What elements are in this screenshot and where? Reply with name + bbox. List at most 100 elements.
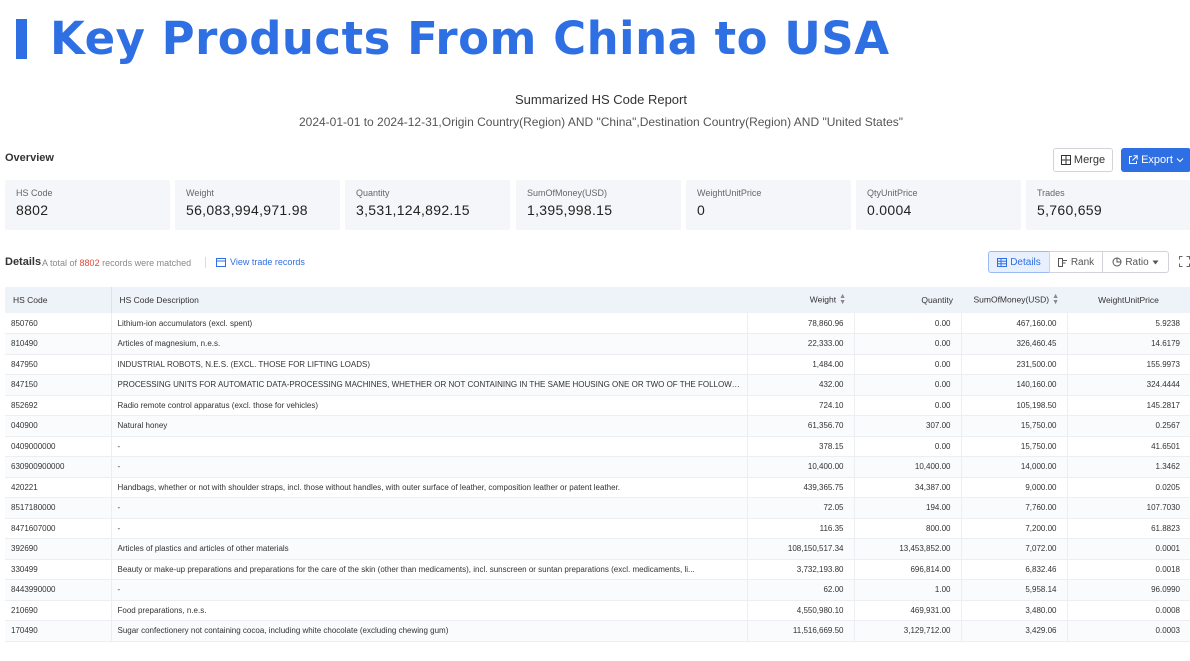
table-row[interactable]: 8471607000-116.35 800.00 7,200.00 61.8823 [5,518,1190,539]
cell-quantity: 0.00 [854,436,962,457]
cell-hs-code: 392690 [5,538,112,559]
cell-sum-of-money: 7,200.00 [961,518,1068,539]
sort-icon[interactable]: ▲ ▼ [1052,293,1059,306]
cell-sum-of-money: 140,160.00 [961,374,1068,395]
hero-accent-bar [16,19,27,59]
table-row[interactable]: 8517180000-72.05 194.00 7,760.00 107.7030 [5,497,1190,518]
table-row[interactable]: 847950 INDUSTRIAL ROBOTS, N.E.S. (EXCL. T… [5,354,1190,375]
cell-sum-of-money: 3,480.00 [961,600,1068,621]
column-header-description[interactable]: HS Code Description [110,287,747,313]
table-row[interactable]: 392690 Articles of plastics and articles … [5,538,1190,559]
column-header-hs-code[interactable]: HS Code [5,287,111,313]
export-button[interactable]: Export [1121,148,1190,172]
cell-quantity: 13,453,852.00 [854,538,962,559]
cell-description: - [111,579,748,600]
table-row[interactable]: 810490 Articles of magnesium, n.e.s. 22,33… [5,333,1190,354]
cell-quantity: 0.00 [854,395,962,416]
cell-weight: 78,860.96 [747,313,855,334]
table-body: 850760 Lithium-ion accumulators (excl. sp… [5,313,1190,641]
cell-weight-unit-price: 41.6501 [1151,441,1180,451]
stat-card-weight-unit-price: WeightUnitPrice 0 [686,180,851,230]
cell-sum-of-money: 326,460.45 [961,333,1068,354]
table-row[interactable]: 210690 Food preparations, n.e.s. 4,550,980… [5,600,1190,621]
tab-rank[interactable]: Rank [1049,251,1103,273]
cell-weight-unit-price: 145.2817 [1146,400,1180,410]
stat-value: 0 [697,202,706,218]
column-header-quantity[interactable]: Quantity [854,287,961,313]
cell-sum-of-money: 7,760.00 [961,497,1068,518]
tab-ratio[interactable]: Ratio [1102,251,1169,273]
table-row[interactable]: 852692 Radio remote control apparatus (ex… [5,395,1190,416]
table-row[interactable]: 0409000000-378.15 0.00 15,750.00 41.6501 [5,436,1190,457]
cell-sum-of-money: 9,000.00 [961,477,1068,498]
expand-icon[interactable] [1179,256,1190,267]
cell-weight: 10,400.00 [747,456,855,477]
view-trade-records-link[interactable]: View trade records [216,257,305,267]
table-row[interactable]: 330499 Beauty or make-up preparations and… [5,559,1190,580]
tab-details[interactable]: Details [988,251,1050,273]
divider [205,257,206,268]
cell-weight: 116.35 [747,518,855,539]
cell-weight-unit-price: 0.0001 [1155,544,1180,554]
cell-quantity: 3,129,712.00 [854,620,962,641]
stat-value: 1,395,998.15 [527,202,613,218]
stat-card-weight: Weight 56,083,994,971.98 [175,180,340,230]
stat-label: Trades [1037,188,1065,198]
stat-label: Quantity [356,188,390,198]
stat-card-qty-unit-price: QtyUnitPrice 0.0004 [856,180,1021,230]
merge-button[interactable]: Merge [1053,148,1113,172]
table-row[interactable]: 847150 PROCESSING UNITS FOR AUTOMATIC DAT… [5,374,1190,395]
cell-weight-unit-price: 324.4444 [1146,380,1180,390]
cell-sum-of-money: 467,160.00 [961,313,1068,334]
cell-weight-unit-price: 155.9973 [1146,359,1180,369]
cell-hs-code: 810490 [5,333,112,354]
cell-hs-code: 8517180000 [5,497,112,518]
cell-sum-of-money: 5,958.14 [961,579,1068,600]
record-count-prefix: A total of [42,258,78,268]
cell-sum-of-money: 105,198.50 [961,395,1068,416]
hero-title: Key Products From China to USA [50,12,890,65]
cell-weight: 11,516,669.50 [747,620,855,641]
cell-weight-unit-price: 61.8823 [1151,523,1180,533]
cell-description: Articles of magnesium, n.e.s. [111,333,748,354]
stat-card-sum-of-money: SumOfMoney(USD) 1,395,998.15 [516,180,681,230]
report-title: Summarized HS Code Report [515,92,687,107]
table-row[interactable]: 850760 Lithium-ion accumulators (excl. sp… [5,313,1190,334]
cell-sum-of-money: 231,500.00 [961,354,1068,375]
cell-quantity: 10,400.00 [854,456,962,477]
report-subtitle: 2024-01-01 to 2024-12-31,Origin Country(… [298,115,903,129]
rank-icon [1057,257,1067,267]
cell-weight-unit-price: 96.0990 [1151,585,1180,595]
cell-weight-unit-price: 0.0008 [1155,605,1180,615]
table-row[interactable]: 170490 Sugar confectionery not containing… [5,620,1190,641]
table-icon [216,257,226,267]
stat-label: Weight [186,188,214,198]
chevron-down-icon [1176,158,1184,163]
cell-weight: 1,484.00 [747,354,855,375]
table-row[interactable]: 8443990000-62.00 1.00 5,958.14 96.0990 [5,579,1190,600]
cell-quantity: 696,814.00 [854,559,962,580]
table-row[interactable]: 040900 Natural honey 61,356.70 307.00 15,750… [5,415,1190,436]
sort-icon[interactable]: ▲ ▼ [839,293,846,306]
table-row[interactable]: 420221 Handbags, whether or not with shou… [5,477,1190,498]
column-header-sum-of-money[interactable]: SumOfMoney(USD) ▲ ▼ [961,287,1067,313]
cell-description: Handbags, whether or not with shoulder s… [111,477,748,498]
cell-hs-code: 8471607000 [5,518,112,539]
cell-hs-code: 0409000000 [5,436,112,457]
cell-hs-code: 040900 [5,415,112,436]
overview-label: Overview [5,152,54,164]
column-header-weight-unit-price[interactable]: WeightUnitPrice [1067,287,1190,313]
cell-weight-unit-price: 0.0003 [1155,626,1180,636]
cell-hs-code: 847150 [5,374,112,395]
cell-weight: 432.00 [747,374,855,395]
cell-description: Natural honey [111,415,748,436]
column-header-weight[interactable]: Weight ▲ ▼ [747,287,854,313]
ratio-icon [1112,257,1122,267]
cell-sum-of-money: 7,072.00 [961,538,1068,559]
cell-sum-of-money: 3,429.06 [961,620,1068,641]
table-row[interactable]: 630900900000-10,400.00 10,400.00 14,000.00… [5,456,1190,477]
stat-label: SumOfMoney(USD) [527,188,608,198]
cell-hs-code: 210690 [5,600,112,621]
cell-quantity: 1.00 [854,579,962,600]
stat-value: 0.0004 [867,202,912,218]
